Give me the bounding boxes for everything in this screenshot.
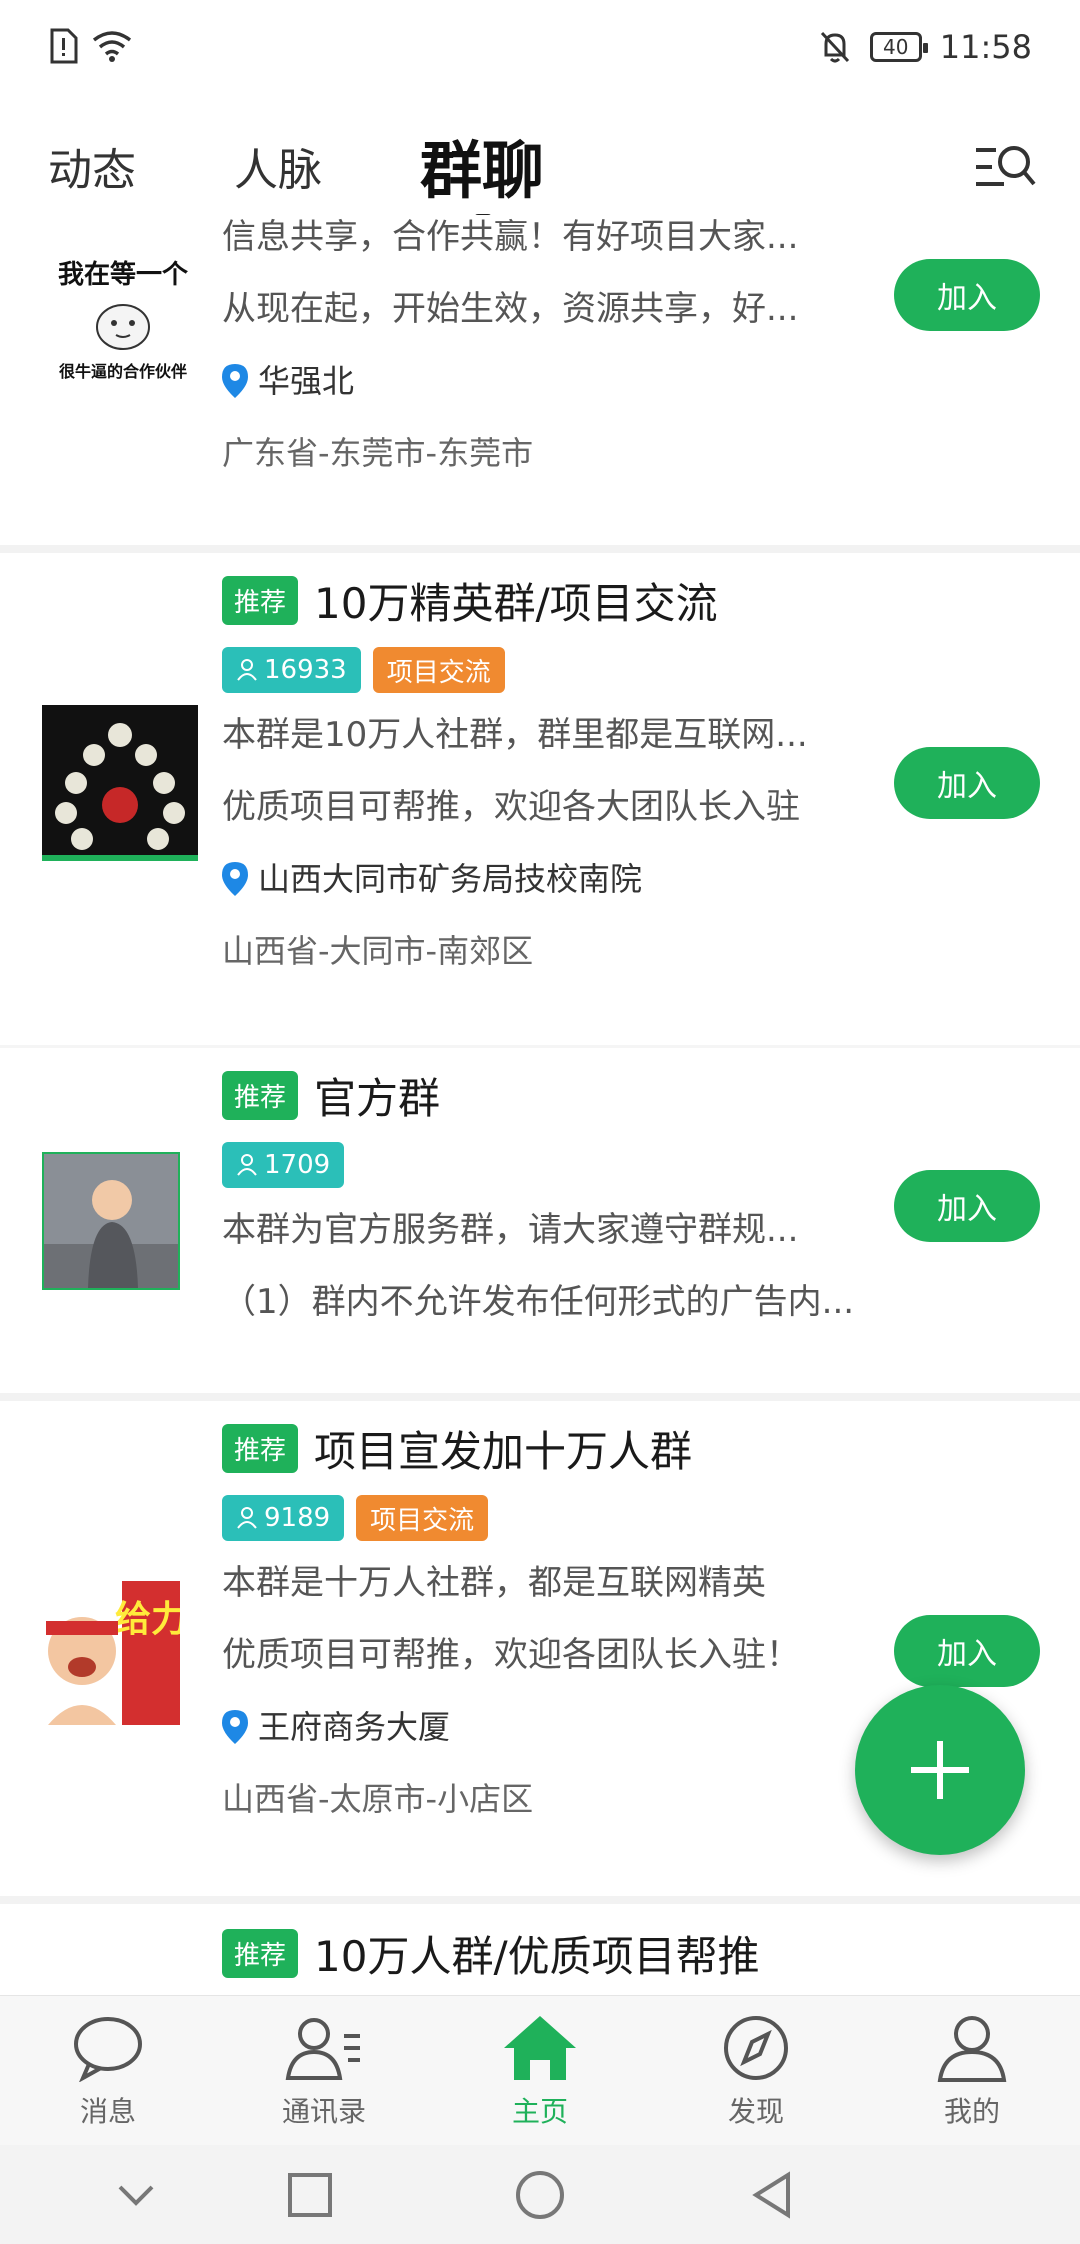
- avatar-text-1: 我在等一个: [58, 259, 189, 289]
- member-count-tag: 1709: [222, 1142, 345, 1188]
- person-icon: [237, 1507, 257, 1529]
- group-card[interactable]: 推荐 10万精英群/项目交流 16933 项目交流 本群是10万人社群，群里都是…: [0, 553, 1080, 1045]
- group-avatar: [42, 1152, 180, 1290]
- group-card[interactable]: 推荐 10万人群/优质项目帮推: [0, 1904, 1080, 1995]
- member-count: 9189: [264, 1503, 331, 1533]
- location-pin-icon: [222, 1710, 248, 1744]
- group-desc-1: 本群是十万人社群，都是互联网精英: [222, 1563, 766, 1603]
- back-button-icon[interactable]: [744, 2167, 800, 2223]
- nav-discover[interactable]: 发现: [666, 2014, 846, 2130]
- member-count-tag: 9189: [222, 1495, 345, 1541]
- chat-bubble-icon: [74, 2017, 142, 2082]
- group-title[interactable]: 官方群: [314, 1065, 440, 1126]
- group-card[interactable]: 我在等一个 很牛逼的合作伙伴 信息共享，合作共赢！有好项目大家... 从现在起，…: [0, 215, 1080, 545]
- status-bar: 40 11:58: [0, 0, 1080, 100]
- recommend-badge: 推荐: [222, 1928, 299, 1978]
- join-button[interactable]: 加入: [894, 747, 1040, 819]
- divider: [0, 1393, 1080, 1401]
- bottom-nav: 消息 通讯录 主页 发现 我的: [0, 1995, 1080, 2145]
- location-text: 王府商务大厦: [258, 1708, 451, 1746]
- home-icon: [504, 2016, 576, 2080]
- group-desc-2: （1）群内不允许发布任何形式的广告内...: [222, 1282, 855, 1322]
- group-desc-1: 本群是10万人社群，群里都是互联网...: [222, 715, 808, 755]
- person-icon: [237, 659, 257, 681]
- avatar-text-2: 很牛逼的合作伙伴: [59, 362, 187, 381]
- nav-messages[interactable]: 消息: [18, 2014, 198, 2130]
- location-text: 山西大同市矿务局技校南院: [258, 860, 643, 898]
- location-pin-icon: [222, 364, 248, 398]
- nav-label: 发现: [727, 2095, 784, 2128]
- group-avatar: 我在等一个 很牛逼的合作伙伴: [38, 239, 208, 389]
- app-screen: 40 11:58 动态 人脉 群聊 我在等一个 很牛逼的合作伙伴 信息共享，合作…: [0, 0, 1080, 2244]
- location-text: 华强北: [258, 362, 355, 400]
- group-location: 山西大同市矿务局技校南院: [222, 843, 862, 915]
- profile-icon: [937, 2016, 1007, 2082]
- recommend-badge: 推荐: [222, 1423, 299, 1473]
- join-button[interactable]: 加入: [894, 1170, 1040, 1242]
- group-avatar: 给力: [36, 1581, 180, 1725]
- recommend-badge: 推荐: [222, 575, 299, 625]
- nav-label: 我的: [943, 2095, 1000, 2128]
- member-count-tag: 16933: [222, 647, 361, 693]
- group-desc-2: 从现在起，开始生效，资源共享，好...: [222, 289, 799, 329]
- member-count: 1709: [264, 1150, 331, 1180]
- category-tag: 项目交流: [372, 647, 505, 693]
- wifi-icon: [92, 31, 132, 62]
- group-desc-2: 优质项目可帮推，欢迎各大团队长入驻: [222, 787, 800, 827]
- status-time: 11:58: [939, 28, 1032, 66]
- nav-label: 主页: [511, 2095, 568, 2128]
- group-region: 广东省-东莞市-东莞市: [222, 434, 534, 472]
- group-avatar: [42, 705, 198, 861]
- group-desc-2: 优质项目可帮推，欢迎各团队长入驻！: [222, 1635, 800, 1675]
- person-icon: [237, 1154, 257, 1176]
- system-nav-bar: [0, 2145, 1080, 2244]
- filter-search-icon[interactable]: [970, 132, 1040, 202]
- nav-label: 消息: [79, 2095, 136, 2128]
- join-button[interactable]: 加入: [894, 259, 1040, 331]
- member-count: 16933: [264, 655, 347, 685]
- top-tabs: 动态 人脉 群聊: [0, 110, 1080, 230]
- group-location: 华强北: [222, 345, 862, 417]
- group-title[interactable]: 10万人群/优质项目帮推: [314, 1923, 760, 1984]
- nav-contacts[interactable]: 通讯录: [234, 2014, 414, 2130]
- divider: [0, 1896, 1080, 1904]
- hide-keyboard-icon[interactable]: [108, 2167, 164, 2223]
- create-group-fab[interactable]: [855, 1685, 1025, 1855]
- group-card[interactable]: 推荐 官方群 1709 本群为官方服务群，请大家遵守群规... （1）群内不允许…: [0, 1048, 1080, 1393]
- nav-profile[interactable]: 我的: [882, 2014, 1062, 2130]
- join-button[interactable]: 加入: [894, 1615, 1040, 1687]
- category-tag: 项目交流: [356, 1495, 489, 1541]
- sim-alert-icon: [50, 28, 78, 64]
- plus-icon: [911, 1741, 969, 1799]
- mute-notification-icon: [820, 31, 849, 63]
- battery-icon: 40: [869, 32, 928, 62]
- battery-level: 40: [883, 35, 909, 59]
- group-region: 山西省-太原市-小店区: [222, 1780, 534, 1818]
- nav-label: 通讯录: [281, 2095, 366, 2128]
- home-button-icon[interactable]: [512, 2167, 568, 2223]
- group-desc-1: 信息共享，合作共赢！有好项目大家...: [222, 217, 799, 257]
- recommend-badge: 推荐: [222, 1070, 299, 1120]
- group-desc-1: 本群为官方服务群，请大家遵守群规...: [222, 1210, 799, 1250]
- avatar-text-1: 给力: [115, 1599, 180, 1639]
- tab-group-chat[interactable]: 群聊: [420, 120, 544, 210]
- group-title[interactable]: 项目宣发加十万人群: [314, 1418, 692, 1479]
- group-region: 山西省-大同市-南郊区: [222, 932, 534, 970]
- group-title[interactable]: 10万精英群/项目交流: [314, 570, 718, 631]
- compass-icon: [724, 2016, 788, 2080]
- contacts-icon: [285, 2018, 360, 2080]
- location-pin-icon: [222, 862, 248, 896]
- tab-feed[interactable]: 动态: [48, 134, 136, 198]
- divider: [0, 545, 1080, 553]
- recent-apps-icon[interactable]: [282, 2167, 338, 2223]
- nav-home[interactable]: 主页: [450, 2014, 630, 2130]
- tab-contacts[interactable]: 人脉: [234, 134, 322, 198]
- group-location: 王府商务大厦: [222, 1691, 862, 1763]
